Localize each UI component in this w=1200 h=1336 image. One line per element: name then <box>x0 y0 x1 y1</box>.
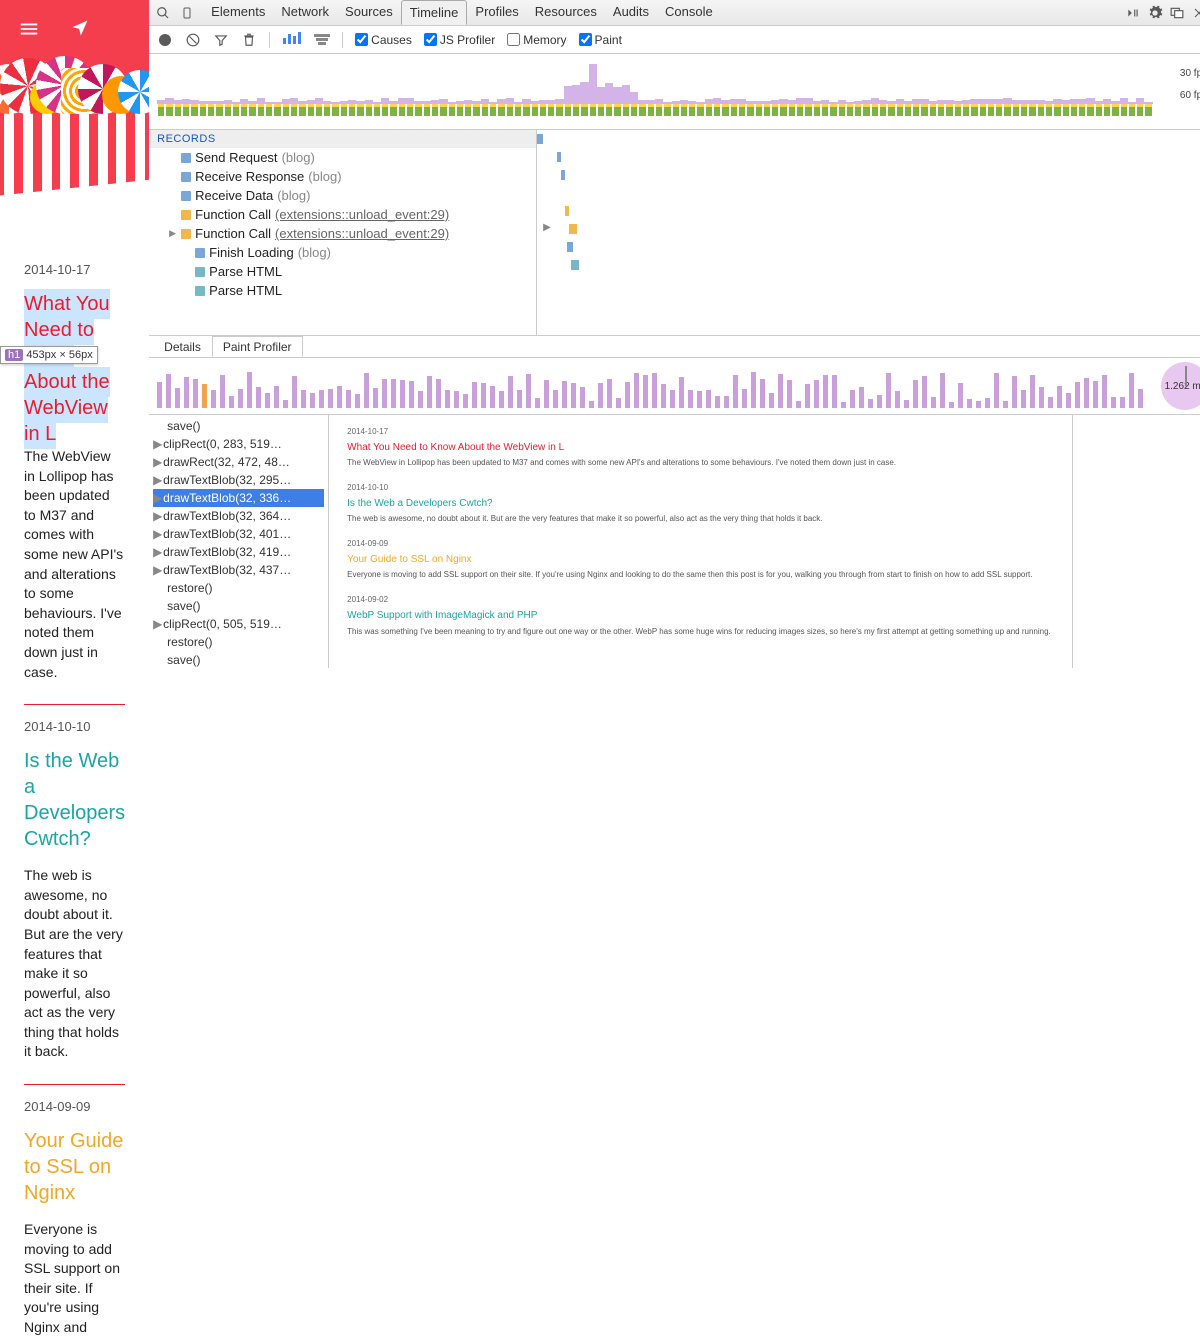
location-icon[interactable] <box>70 18 90 45</box>
record-row[interactable]: Parse HTML <box>149 281 536 300</box>
device-icon[interactable] <box>179 5 195 21</box>
record-row[interactable]: Parse HTML <box>149 262 536 281</box>
waterfall-pane[interactable]: ▶ <box>537 130 1200 335</box>
garbage-icon[interactable] <box>241 32 257 48</box>
paint-command[interactable]: ▶drawTextBlob(32, 437… <box>153 561 324 579</box>
record-row[interactable]: Finish Loading (blog) <box>149 243 536 262</box>
tab-paint-profiler[interactable]: Paint Profiler <box>212 336 303 357</box>
search-icon[interactable] <box>155 5 171 21</box>
view-bars-icon[interactable] <box>282 32 302 47</box>
profiler-time-badge: 1.262 ms <box>1161 362 1200 410</box>
fps-60-label: 60 fps <box>1180 90 1200 101</box>
post-title[interactable]: Your Guide to SSL on Nginx <box>24 1128 125 1206</box>
memory-checkbox[interactable]: Memory <box>507 33 566 47</box>
tab-console[interactable]: Console <box>657 0 721 25</box>
paint-command[interactable]: ▶drawTextBlob(32, 401… <box>153 525 324 543</box>
records-pane: RECORDS Send Request (blog)Receive Respo… <box>149 130 537 335</box>
clear-icon[interactable] <box>185 32 201 48</box>
drawer-icon[interactable] <box>1125 5 1141 21</box>
blog-post: 2014-10-17 What You Need to Know About t… <box>24 248 125 705</box>
paint-command[interactable]: ▶drawTextBlob(32, 364… <box>153 507 324 525</box>
devtools-panel: Elements Network Sources Timeline Profil… <box>149 0 1200 668</box>
preview-post: 2014-09-09Your Guide to SSL on NginxEver… <box>347 539 1054 581</box>
devtools-toolbar: Elements Network Sources Timeline Profil… <box>149 0 1200 26</box>
record-row[interactable]: Function Call (extensions::unload_event:… <box>149 205 536 224</box>
post-body: The web is awesome, no doubt about it. B… <box>24 866 125 1062</box>
tab-details[interactable]: Details <box>153 336 212 357</box>
paint-command[interactable]: save() <box>153 417 324 435</box>
record-row[interactable]: ▶Function Call (extensions::unload_event… <box>149 224 536 243</box>
details-tabs: Details Paint Profiler <box>149 336 1200 358</box>
record-row[interactable]: Receive Data (blog) <box>149 186 536 205</box>
paint-command[interactable]: ▶drawTextBlob(32, 336… <box>153 489 324 507</box>
tab-network[interactable]: Network <box>273 0 337 25</box>
tab-resources[interactable]: Resources <box>527 0 605 25</box>
preview-post: 2014-10-17What You Need to Know About th… <box>347 427 1054 469</box>
hero-banner <box>0 0 149 248</box>
timeline-overview[interactable]: 30 fps 60 fps <box>149 54 1200 130</box>
filter-icon[interactable] <box>213 32 229 48</box>
close-icon[interactable] <box>1191 5 1200 21</box>
jsprofiler-checkbox[interactable]: JS Profiler <box>424 33 495 47</box>
right-gutter <box>1073 415 1200 668</box>
fps-30-label: 30 fps <box>1180 68 1200 79</box>
causes-checkbox[interactable]: Causes <box>355 33 412 47</box>
blog-page: h1 453px × 56px 2014-10-17 What You Need… <box>0 0 149 668</box>
paint-command[interactable]: ▶clipRect(0, 283, 519… <box>153 435 324 453</box>
preview-post: 2014-10-10Is the Web a Developers Cwtch?… <box>347 483 1054 525</box>
disclosure-icon[interactable]: ▶ <box>543 222 551 233</box>
posts-list: h1 453px × 56px 2014-10-17 What You Need… <box>0 248 149 1336</box>
post-date: 2014-09-09 <box>24 1099 125 1114</box>
post-body: The WebView in Lollipop has been updated… <box>24 447 125 682</box>
blog-post: 2014-10-10 Is the Web a Developers Cwtch… <box>24 705 125 1085</box>
paint-commands-list[interactable]: save()▶clipRect(0, 283, 519…▶drawRect(32… <box>149 415 329 668</box>
tab-sources[interactable]: Sources <box>337 0 401 25</box>
blog-post: 2014-09-09 Your Guide to SSL on Nginx Ev… <box>24 1085 125 1336</box>
devtools-tabs: Elements Network Sources Timeline Profil… <box>203 0 721 25</box>
post-body: Everyone is moving to add SSL support on… <box>24 1220 125 1336</box>
paint-command[interactable]: restore() <box>153 633 324 651</box>
gear-icon[interactable] <box>1147 5 1163 21</box>
tab-elements[interactable]: Elements <box>203 0 273 25</box>
paint-command[interactable]: ▶drawRect(32, 472, 48… <box>153 453 324 471</box>
view-flame-icon[interactable] <box>314 32 330 48</box>
dock-icon[interactable] <box>1169 5 1185 21</box>
records-header: RECORDS <box>149 130 536 148</box>
paint-command[interactable]: ▶drawTextBlob(32, 295… <box>153 471 324 489</box>
post-title[interactable]: Is the Web a Developers Cwtch? <box>24 748 125 852</box>
paint-command[interactable]: ▶clipRect(0, 505, 519… <box>153 615 324 633</box>
preview-post: 2014-09-02WebP Support with ImageMagick … <box>347 595 1054 637</box>
paint-command[interactable]: restore() <box>153 579 324 597</box>
paint-preview: 2014-10-17What You Need to Know About th… <box>329 415 1073 668</box>
record-row[interactable]: Receive Response (blog) <box>149 167 536 186</box>
hamburger-icon[interactable] <box>18 18 40 45</box>
paint-checkbox[interactable]: Paint <box>579 33 622 47</box>
record-row[interactable]: Send Request (blog) <box>149 148 536 167</box>
timeline-subbar: Causes JS Profiler Memory Paint <box>149 26 1200 54</box>
element-dimension-tooltip: h1 453px × 56px <box>0 346 98 364</box>
record-icon[interactable] <box>157 32 173 48</box>
paint-command[interactable]: save() <box>153 597 324 615</box>
paint-command[interactable]: save() <box>153 651 324 668</box>
tab-audits[interactable]: Audits <box>605 0 657 25</box>
tab-profiles[interactable]: Profiles <box>467 0 526 25</box>
paint-profiler-chart[interactable]: 1.262 ms <box>149 358 1200 414</box>
tab-timeline[interactable]: Timeline <box>401 0 468 25</box>
post-date: 2014-10-17 <box>24 262 125 277</box>
post-date: 2014-10-10 <box>24 719 125 734</box>
hero-artwork <box>0 50 149 220</box>
post-title[interactable]: What You Need to Know About the WebView … <box>24 289 110 449</box>
paint-command[interactable]: ▶drawTextBlob(32, 419… <box>153 543 324 561</box>
